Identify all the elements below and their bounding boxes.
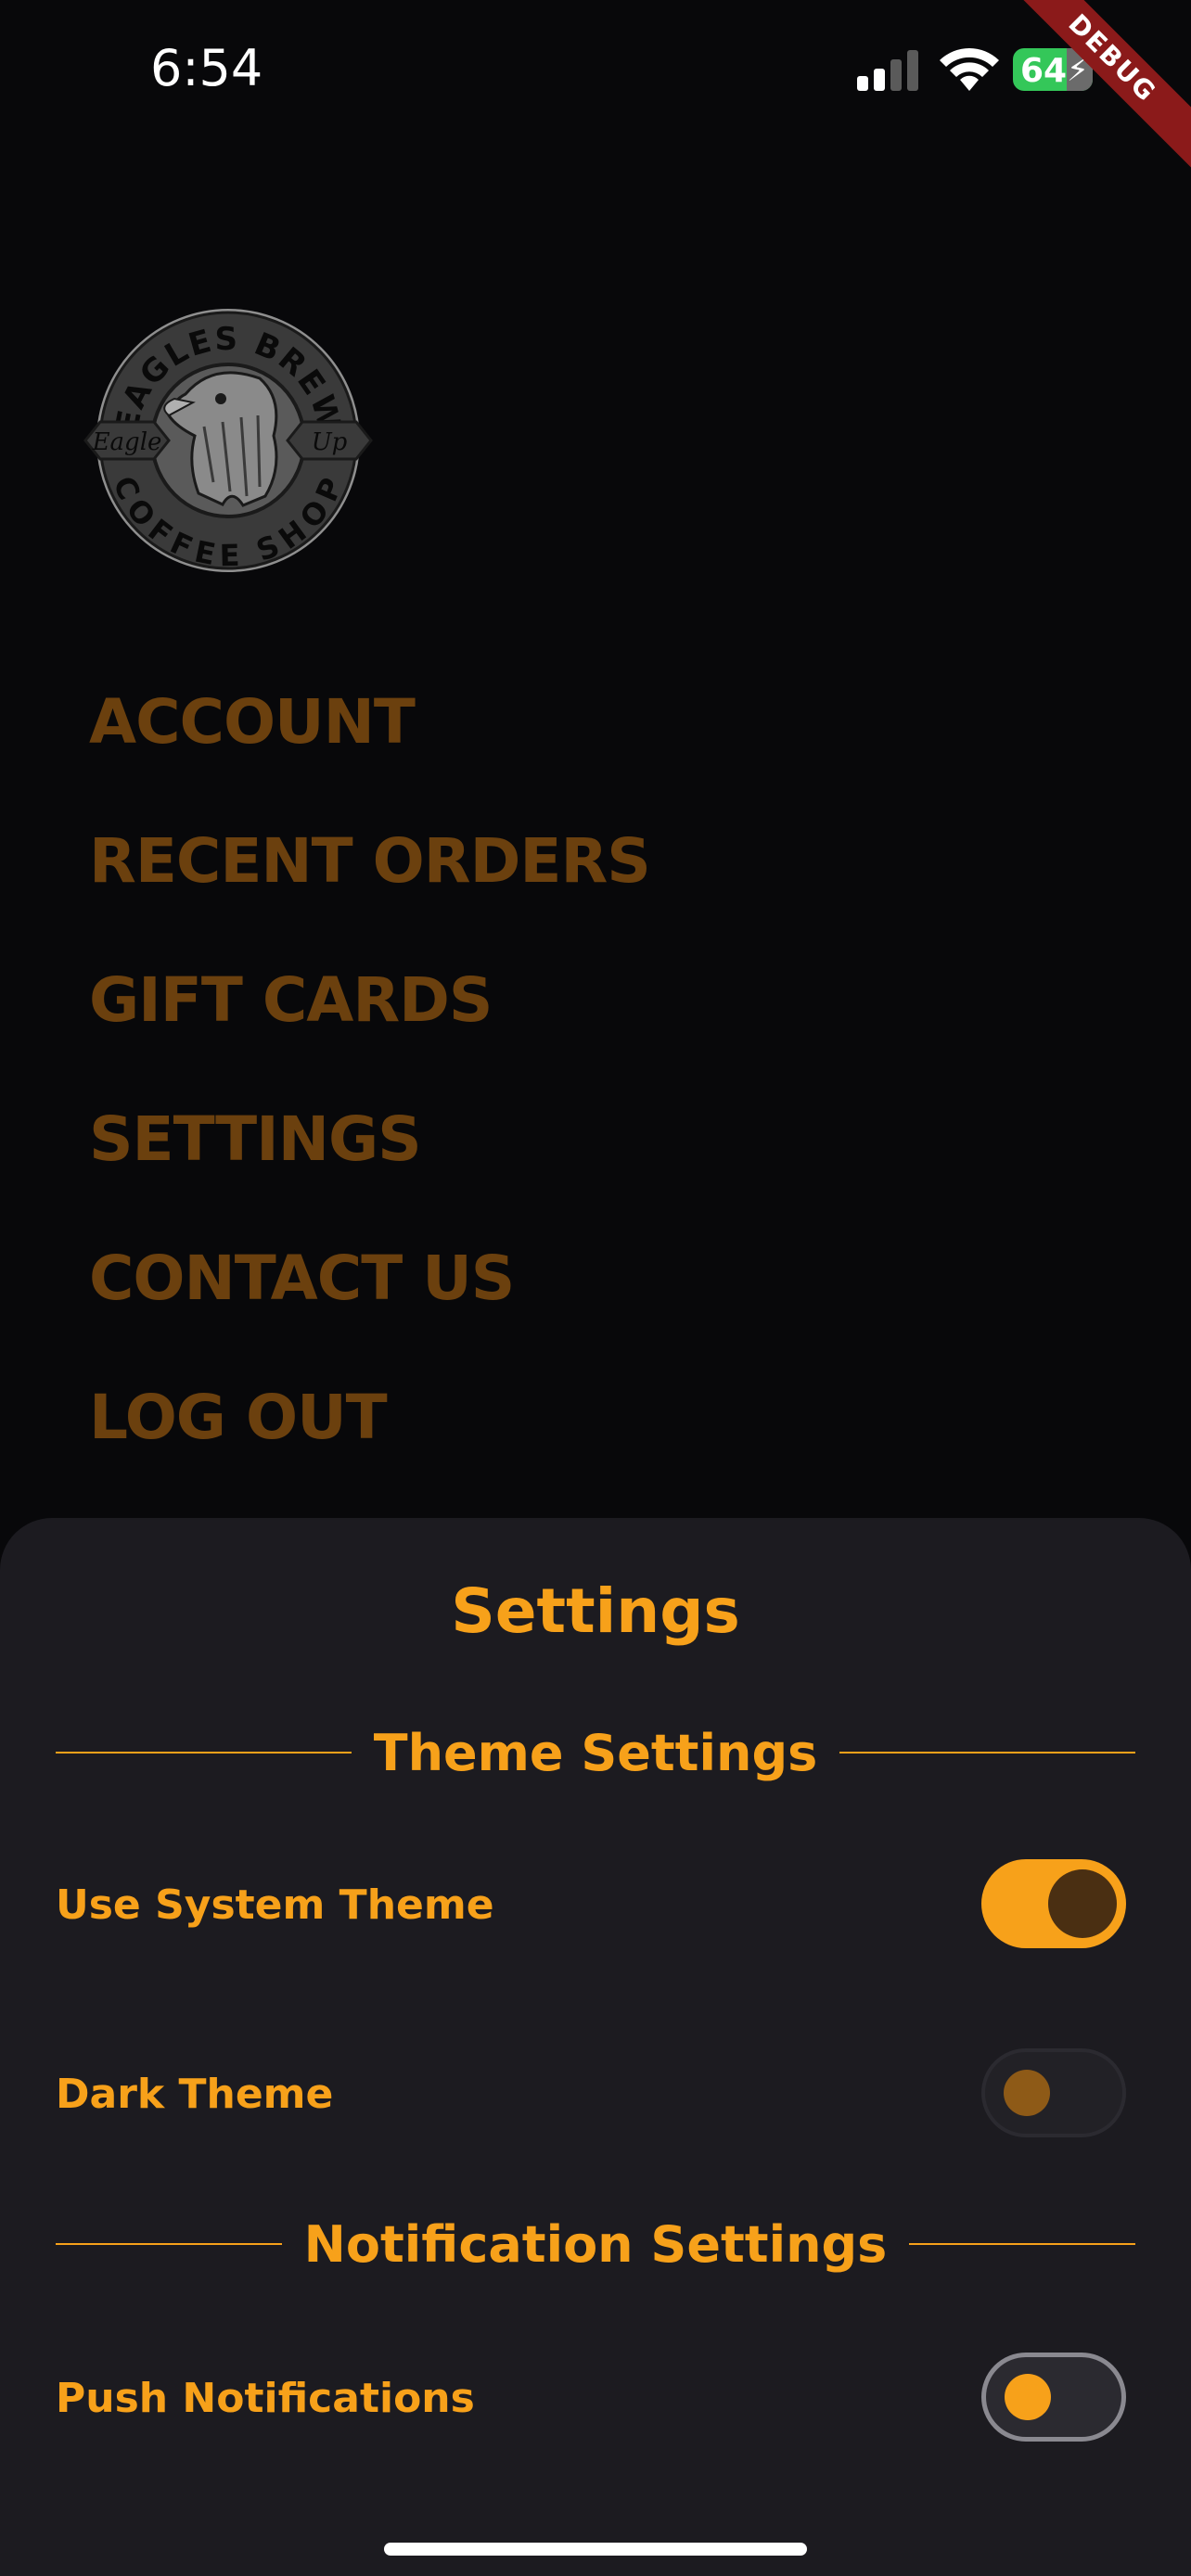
battery-level: 64 — [1020, 52, 1068, 90]
wifi-icon — [940, 48, 999, 91]
push-notifications-toggle[interactable] — [981, 2353, 1126, 2442]
toggle-knob — [1004, 2070, 1050, 2116]
toggle-knob — [1048, 1869, 1117, 1938]
menu-item-log-out[interactable]: LOG OUT — [89, 1382, 388, 1453]
divider-line — [56, 1752, 352, 1753]
status-time: 6:54 — [150, 39, 263, 97]
use-system-theme-row: Use System Theme — [56, 1859, 1126, 1952]
dark-theme-row: Dark Theme — [56, 2048, 1126, 2141]
dark-theme-label: Dark Theme — [56, 2071, 334, 2118]
divider-line — [909, 2243, 1135, 2245]
menu-item-contact-us[interactable]: CONTACT US — [89, 1243, 515, 1314]
theme-settings-divider: Theme Settings — [56, 1715, 1135, 1790]
use-system-theme-toggle[interactable] — [981, 1859, 1126, 1948]
home-indicator[interactable] — [384, 2543, 807, 2556]
divider-line — [839, 1752, 1135, 1753]
logo-right-text: Up — [312, 428, 348, 456]
status-bar: 6:54 64 ⚡ — [0, 0, 1191, 139]
settings-sheet: Settings Theme Settings Use System Theme… — [0, 1518, 1191, 2576]
divider-line — [56, 2243, 282, 2245]
dark-theme-toggle[interactable] — [981, 2048, 1126, 2137]
settings-title: Settings — [451, 1575, 740, 1647]
cellular-signal-icon — [857, 50, 918, 91]
logo-left-text: Eagle — [92, 428, 162, 456]
theme-settings-heading: Theme Settings — [373, 1723, 818, 1782]
use-system-theme-label: Use System Theme — [56, 1881, 494, 1929]
notification-settings-heading: Notification Settings — [303, 2214, 888, 2274]
menu-item-recent-orders[interactable]: RECENT ORDERS — [89, 825, 651, 897]
menu-item-settings[interactable]: SETTINGS — [89, 1103, 422, 1175]
menu-item-gift-cards[interactable]: GIFT CARDS — [89, 964, 493, 1036]
notification-settings-divider: Notification Settings — [56, 2207, 1135, 2281]
menu-item-account[interactable]: ACCOUNT — [89, 686, 416, 758]
push-notifications-label: Push Notifications — [56, 2375, 475, 2422]
push-notifications-row: Push Notifications — [56, 2353, 1126, 2445]
eagles-brew-logo: EAGLES BREW COFFEE SHOP Eagle Up — [83, 309, 373, 573]
toggle-knob — [1005, 2374, 1051, 2420]
